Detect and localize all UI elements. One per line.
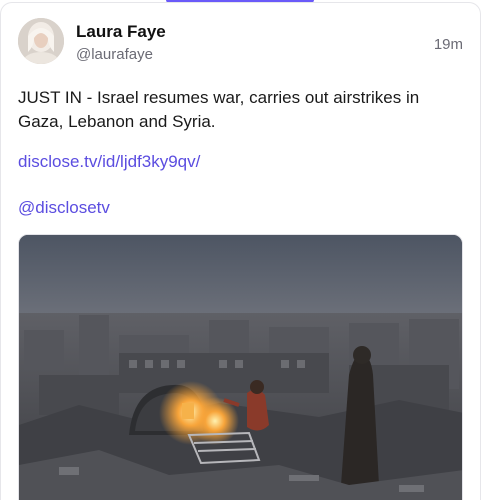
post-timestamp: 19m	[433, 36, 463, 53]
article-link[interactable]: disclose.tv/id/ljdf3ky9qv/	[18, 152, 200, 172]
mention-link[interactable]: @disclosetv	[18, 198, 110, 218]
post-card: Laura Faye @laurafaye 19m JUST IN - Isra…	[0, 0, 481, 500]
author-handle[interactable]: @laurafaye	[76, 46, 153, 63]
avatar-image	[18, 18, 64, 64]
post-text: JUST IN - Israel resumes war, carries ou…	[18, 88, 420, 131]
post-image[interactable]	[18, 234, 463, 500]
author-name[interactable]: Laura Faye	[76, 22, 166, 42]
avatar[interactable]	[18, 18, 64, 64]
post-image-photo	[19, 235, 462, 500]
